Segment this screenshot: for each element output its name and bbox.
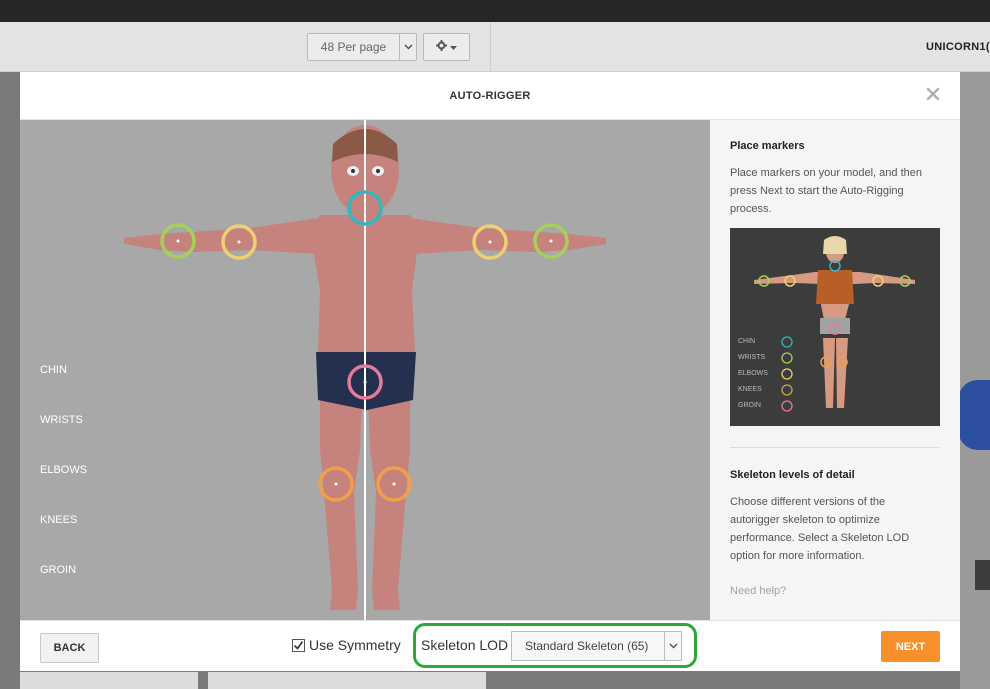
model-viewport[interactable]: CHIN WRISTS ELBOWS KNEES GROIN <box>20 120 710 620</box>
skeleton-lod-group: Skeleton LOD Standard Skeleton (65) <box>413 623 697 668</box>
close-icon[interactable] <box>925 86 941 102</box>
settings-button[interactable] <box>423 33 470 61</box>
preview-label-wrists: WRISTS <box>738 354 766 361</box>
preview-label-groin: GROIN <box>738 402 761 409</box>
username[interactable]: UNICORN1( <box>926 41 990 53</box>
per-page-select[interactable]: 48 Per page <box>307 33 417 61</box>
lod-text: Choose different versions of the autorig… <box>730 496 910 562</box>
marker-label-groin: GROIN <box>40 564 77 576</box>
character-pupil <box>376 169 380 173</box>
chevron-down-icon <box>664 632 681 660</box>
dialog-footer: BACK Use Symmetry Skeleton LOD Standard … <box>20 620 960 671</box>
dialog-title: AUTO-RIGGER <box>449 90 531 102</box>
skeleton-lod-value: Standard Skeleton (65) <box>525 639 649 653</box>
dialog-header: AUTO-RIGGER <box>20 72 960 120</box>
use-symmetry-label: Use Symmetry <box>309 637 401 653</box>
marker-label-elbows: ELBOWS <box>40 464 88 476</box>
marker-label-wrists: WRISTS <box>40 414 83 426</box>
toolbar-divider <box>490 22 491 72</box>
marker-preview-image: CHIN WRISTS ELBOWS KNEES GROIN <box>730 228 940 426</box>
skeleton-lod-select[interactable]: Standard Skeleton (65) <box>511 631 682 661</box>
marker-label-knees: KNEES <box>40 514 78 526</box>
instructions-panel: Place markers Place markers on your mode… <box>710 120 960 620</box>
panel-divider <box>730 447 940 448</box>
use-symmetry-toggle[interactable]: Use Symmetry <box>292 637 401 653</box>
auto-rigger-dialog: AUTO-RIGGER CHIN WRISTS ELBOWS KNEES GRO… <box>20 72 960 671</box>
preview-label-chin: CHIN <box>738 338 756 345</box>
use-symmetry-checkbox[interactable] <box>292 638 305 652</box>
per-page-value: 48 Per page <box>320 40 387 54</box>
background-shape <box>958 380 990 450</box>
skeleton-lod-label: Skeleton LOD <box>421 637 509 653</box>
place-markers-text: Place markers on your model, and then pr… <box>730 167 922 215</box>
need-help-link[interactable]: Need help? <box>730 585 786 597</box>
background-shape <box>975 560 990 590</box>
lod-title: Skeleton levels of detail <box>730 469 855 481</box>
top-bar <box>0 0 990 22</box>
back-button[interactable]: BACK <box>40 633 99 663</box>
background-thumbnail <box>208 672 486 689</box>
marker-label-chin: CHIN <box>40 364 67 376</box>
preview-label-elbows: ELBOWS <box>738 370 768 377</box>
preview-label-knees: KNEES <box>738 386 762 393</box>
place-markers-title: Place markers <box>730 140 805 152</box>
next-button[interactable]: NEXT <box>881 631 940 662</box>
caret-down-icon <box>450 38 457 56</box>
app-toolbar: 48 Per page UNICORN1( <box>0 22 990 72</box>
background-thumbnail <box>20 672 198 689</box>
gear-icon <box>436 38 447 56</box>
chevron-down-icon <box>399 34 416 60</box>
character-pupil <box>351 169 355 173</box>
